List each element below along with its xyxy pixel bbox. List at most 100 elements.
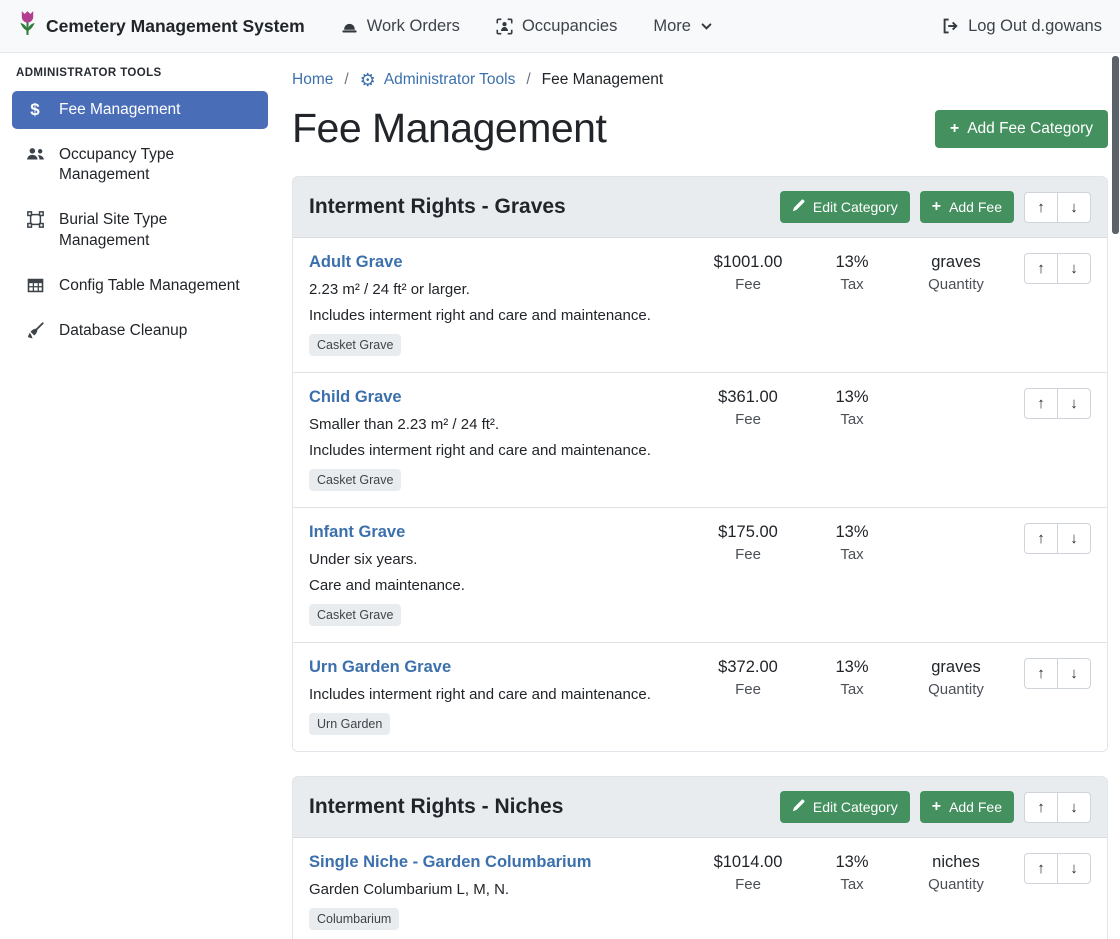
- tax-value: 13%: [802, 658, 902, 677]
- nav-occupancies-label: Occupancies: [522, 17, 617, 36]
- fee-row: Urn Garden Grave Includes interment righ…: [293, 642, 1107, 751]
- tax-value: 13%: [802, 523, 902, 542]
- sidebar-item-label: Fee Management: [59, 100, 181, 120]
- fee-amount-label: Fee: [698, 411, 798, 428]
- arrow-down-icon: ↓: [1070, 260, 1078, 277]
- fee-reorder-buttons: ↑ ↓: [1024, 523, 1091, 554]
- edit-category-label: Edit Category: [813, 799, 898, 815]
- fee-name-link[interactable]: Child Grave: [309, 388, 402, 407]
- category-header: Interment Rights - Graves Edit Category …: [293, 177, 1107, 238]
- app-brand: Cemetery Management System: [18, 9, 305, 43]
- nav-logout[interactable]: Log Out d.gowans: [941, 17, 1102, 36]
- move-category-up-button[interactable]: ↑: [1024, 792, 1058, 823]
- category-title: Interment Rights - Graves: [309, 195, 566, 219]
- edit-category-button[interactable]: Edit Category: [780, 791, 910, 823]
- quantity-column: graves Quantity: [906, 658, 1006, 698]
- add-fee-category-label: Add Fee Category: [967, 120, 1093, 138]
- arrow-down-icon: ↓: [1070, 530, 1078, 547]
- fee-amount-label: Fee: [698, 546, 798, 563]
- nav-work-orders[interactable]: Work Orders: [341, 17, 460, 36]
- add-fee-category-button[interactable]: + Add Fee Category: [935, 110, 1108, 148]
- fee-row: Single Niche - Garden Columbarium Garden…: [293, 838, 1107, 939]
- tulip-flower-icon: [18, 9, 37, 43]
- nav-more[interactable]: More: [653, 17, 713, 36]
- sidebar-item-fee-management[interactable]: $ Fee Management: [12, 91, 268, 129]
- move-fee-up-button[interactable]: ↑: [1024, 253, 1058, 284]
- category-header: Interment Rights - Niches Edit Category …: [293, 777, 1107, 838]
- move-fee-down-button[interactable]: ↓: [1057, 388, 1091, 419]
- fee-type-badge: Casket Grave: [309, 604, 401, 626]
- vertical-scrollbar-thumb[interactable]: [1112, 56, 1119, 234]
- breadcrumb-separator: /: [344, 71, 348, 89]
- fee-name-link[interactable]: Urn Garden Grave: [309, 658, 451, 677]
- breadcrumb-admin-tools-link[interactable]: ⚙ Administrator Tools: [360, 71, 516, 89]
- move-fee-up-button[interactable]: ↑: [1024, 388, 1058, 419]
- arrow-up-icon: ↑: [1037, 799, 1045, 816]
- quantity-unit: niches: [906, 853, 1006, 872]
- move-fee-down-button[interactable]: ↓: [1057, 523, 1091, 554]
- category-fee-list: Single Niche - Garden Columbarium Garden…: [293, 838, 1107, 939]
- occupancies-icon: [496, 18, 513, 35]
- fee-amount: $1014.00: [698, 853, 798, 872]
- tax-label: Tax: [802, 546, 902, 563]
- add-fee-button[interactable]: + Add Fee: [920, 791, 1014, 823]
- vector-square-icon: [24, 211, 46, 228]
- breadcrumb: Home / ⚙ Administrator Tools / Fee Manag…: [292, 71, 1108, 89]
- tax-column: 13% Tax: [802, 253, 902, 293]
- fee-amount: $361.00: [698, 388, 798, 407]
- plus-icon: +: [950, 121, 959, 137]
- arrow-down-icon: ↓: [1070, 799, 1078, 816]
- fee-reorder-buttons: ↑ ↓: [1024, 658, 1091, 689]
- page-layout: ADMINISTRATOR TOOLS $ Fee Management Occ…: [0, 53, 1120, 939]
- fee-amount: $175.00: [698, 523, 798, 542]
- fee-info: Single Niche - Garden Columbarium Garden…: [309, 853, 694, 930]
- fee-amount-label: Fee: [698, 681, 798, 698]
- move-fee-up-button[interactable]: ↑: [1024, 853, 1058, 884]
- plus-icon: +: [932, 199, 941, 215]
- nav-occupancies[interactable]: Occupancies: [496, 17, 617, 36]
- move-category-up-button[interactable]: ↑: [1024, 192, 1058, 223]
- tax-value: 13%: [802, 388, 902, 407]
- top-navbar: Cemetery Management System Work Orders O…: [0, 0, 1120, 53]
- add-fee-label: Add Fee: [949, 199, 1002, 215]
- breadcrumb-home-link[interactable]: Home: [292, 71, 333, 89]
- category-actions: Edit Category + Add Fee ↑ ↓: [780, 791, 1091, 823]
- arrow-up-icon: ↑: [1037, 665, 1045, 682]
- tax-column: 13% Tax: [802, 853, 902, 893]
- category-actions: Edit Category + Add Fee ↑ ↓: [780, 191, 1091, 223]
- fee-name-link[interactable]: Single Niche - Garden Columbarium: [309, 853, 591, 872]
- fee-description: Includes interment right and care and ma…: [309, 686, 686, 703]
- move-category-down-button[interactable]: ↓: [1057, 792, 1091, 823]
- fee-type-badge: Urn Garden: [309, 713, 390, 735]
- fee-type-badge: Casket Grave: [309, 334, 401, 356]
- fee-amount: $1001.00: [698, 253, 798, 272]
- arrow-up-icon: ↑: [1037, 395, 1045, 412]
- page-title: Fee Management: [292, 105, 606, 152]
- fee-reorder-buttons: ↑ ↓: [1024, 253, 1091, 284]
- fee-name-link[interactable]: Adult Grave: [309, 253, 403, 272]
- move-fee-down-button[interactable]: ↓: [1057, 853, 1091, 884]
- move-fee-down-button[interactable]: ↓: [1057, 658, 1091, 689]
- tax-column: 13% Tax: [802, 388, 902, 428]
- quantity-column: niches Quantity: [906, 853, 1006, 893]
- edit-category-label: Edit Category: [813, 199, 898, 215]
- chevron-down-icon: [700, 20, 713, 33]
- sidebar-heading: ADMINISTRATOR TOOLS: [0, 67, 280, 91]
- tax-label: Tax: [802, 276, 902, 293]
- fee-description: Garden Columbarium L, M, N.: [309, 881, 686, 898]
- fee-name-link[interactable]: Infant Grave: [309, 523, 405, 542]
- sidebar-item-occupancy-type-management[interactable]: Occupancy Type Management: [12, 136, 268, 194]
- fee-info: Infant Grave Under six years. Care and m…: [309, 523, 694, 626]
- move-category-down-button[interactable]: ↓: [1057, 192, 1091, 223]
- move-fee-up-button[interactable]: ↑: [1024, 523, 1058, 554]
- tax-column: 13% Tax: [802, 658, 902, 698]
- sidebar-item-config-table-management[interactable]: Config Table Management: [12, 267, 268, 305]
- edit-category-button[interactable]: Edit Category: [780, 191, 910, 223]
- add-fee-button[interactable]: + Add Fee: [920, 191, 1014, 223]
- move-fee-down-button[interactable]: ↓: [1057, 253, 1091, 284]
- sidebar-item-database-cleanup[interactable]: Database Cleanup: [12, 312, 268, 350]
- sidebar-item-burial-site-type-management[interactable]: Burial Site Type Management: [12, 201, 268, 259]
- fee-description: Includes interment right and care and ma…: [309, 442, 686, 459]
- fee-amount-column: $175.00 Fee: [698, 523, 798, 563]
- move-fee-up-button[interactable]: ↑: [1024, 658, 1058, 689]
